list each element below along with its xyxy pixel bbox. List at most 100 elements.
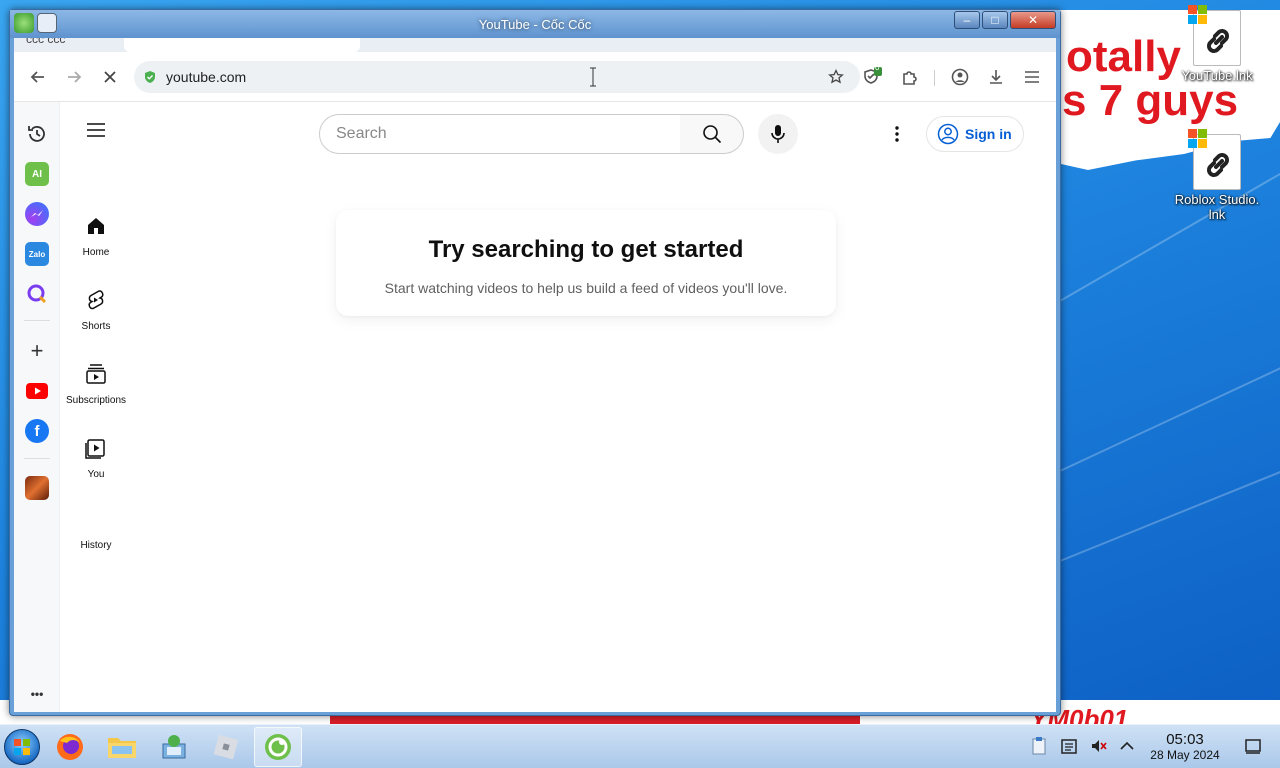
guide-item-subscriptions[interactable]: Subscriptions (60, 362, 132, 406)
guide-item-history[interactable]: History (60, 540, 132, 551)
taskbar-app-coccoc[interactable] (254, 727, 302, 767)
facebook-icon: f (34, 422, 40, 440)
more-vertical-icon (895, 126, 899, 142)
profile-label[interactable]: ccc ccc (26, 38, 65, 46)
empty-feed-card: Try searching to get started Start watch… (336, 210, 836, 316)
microphone-icon (771, 125, 785, 143)
notification-center-icon[interactable] (1244, 737, 1262, 755)
wallpaper-streak (1059, 343, 1280, 472)
browser-client: ccc ccc youtube.com 0 AI Zalo + f ••• Se… (14, 38, 1056, 712)
search-button[interactable] (680, 114, 744, 154)
profile-button[interactable] (948, 65, 972, 89)
tray-notes-icon[interactable] (1060, 737, 1078, 755)
wallpaper-meme-text-1: otally (1066, 32, 1181, 81)
guide-menu-button[interactable] (84, 118, 108, 142)
arrow-left-icon (30, 71, 44, 83)
extensions-button[interactable] (898, 65, 922, 89)
sidebar-divider (24, 320, 50, 321)
window-title: YouTube - Cốc Cốc (478, 17, 592, 32)
tab-youtube[interactable] (124, 38, 360, 52)
browser-toolbar: youtube.com 0 (14, 52, 1056, 102)
guide-item-label: You (87, 469, 105, 480)
desktop-shortcut-youtube[interactable]: YouTube.lnk (1172, 5, 1262, 83)
youtube-page: Sign in Home Shorts Subscriptions (60, 102, 1056, 712)
desktop-shortcut-roblox-studio[interactable]: Roblox Studio. lnk (1172, 129, 1262, 222)
desktop-shortcut-label: Roblox Studio. lnk (1174, 192, 1260, 222)
tab-strip: ccc ccc (14, 38, 1056, 52)
maximize-button[interactable]: □ (982, 11, 1008, 29)
downloads-button[interactable] (984, 65, 1008, 89)
shortcut-file-icon (1188, 129, 1241, 190)
forward-button[interactable] (62, 65, 86, 89)
wallpaper-streak (1059, 447, 1280, 562)
tray-expand-chevron-icon[interactable] (1118, 737, 1136, 755)
account-circle-icon (951, 68, 969, 86)
search-input[interactable] (336, 123, 666, 145)
sidebar-item-youtube[interactable] (25, 379, 49, 403)
tray-volume-muted-icon[interactable] (1090, 737, 1108, 755)
roblox-icon (213, 734, 239, 760)
wallpaper-meme-text-2: s 7 guys (1062, 76, 1239, 125)
taskbar-app-network[interactable] (150, 727, 198, 767)
zalo-icon: Zalo (28, 249, 46, 259)
address-url: youtube.com (166, 69, 247, 85)
youtube-logo-icon (26, 383, 48, 399)
guide-item-shorts[interactable]: Shorts (60, 288, 132, 332)
sidebar-item-history[interactable] (25, 122, 49, 146)
settings-more-button[interactable] (885, 122, 909, 146)
messenger-icon (31, 210, 43, 217)
guide-item-label: Home (82, 247, 110, 258)
close-button[interactable]: ✕ (1010, 11, 1056, 29)
sidebar-divider (24, 458, 50, 459)
guide-item-label: History (80, 540, 112, 551)
minimize-button[interactable]: – (954, 11, 980, 29)
network-share-icon (162, 735, 186, 759)
sidebar-item-game[interactable] (25, 476, 49, 500)
guide-item-you[interactable]: You (60, 436, 132, 480)
taskbar-app-roblox[interactable] (202, 727, 250, 767)
guide-item-home[interactable]: Home (60, 214, 132, 258)
puzzle-icon (903, 71, 917, 85)
adblock-extension-button[interactable]: 0 (860, 63, 884, 89)
toolbar-divider (934, 70, 935, 86)
extension-badge: 0 (875, 63, 880, 72)
q-search-icon (27, 284, 47, 304)
download-icon (990, 70, 1002, 84)
start-button[interactable] (4, 729, 40, 765)
history-clock-icon (28, 126, 45, 142)
sidebar-item-zalo[interactable]: Zalo (25, 242, 49, 266)
sign-in-button[interactable]: Sign in (926, 116, 1024, 152)
sidebar-item-add[interactable]: + (25, 338, 49, 363)
stop-loading-button[interactable] (98, 65, 122, 89)
ai-chat-icon: AI (32, 168, 42, 180)
sign-in-label: Sign in (965, 126, 1012, 142)
sidebar-item-qms[interactable] (25, 282, 49, 306)
voice-search-button[interactable] (758, 114, 798, 154)
guide-item-label: Shorts (81, 321, 111, 332)
more-dots-icon: ••• (30, 687, 44, 701)
account-circle-icon (937, 123, 959, 145)
back-button[interactable] (26, 65, 50, 89)
bookmark-star-button[interactable] (824, 65, 848, 89)
browser-menu-button[interactable] (1020, 65, 1044, 89)
your-channel-icon (85, 439, 105, 459)
address-bar[interactable]: youtube.com (134, 61, 860, 93)
title-bar[interactable]: YouTube - Cốc Cốc – □ ✕ (10, 10, 1060, 38)
taskbar-app-firefox[interactable] (46, 727, 94, 767)
taskbar-app-explorer[interactable] (98, 727, 146, 767)
secure-shield-icon (145, 71, 155, 83)
firefox-icon (57, 734, 83, 760)
tray-clipboard-icon[interactable] (1030, 737, 1048, 755)
sidebar-item-messenger[interactable] (25, 202, 49, 226)
shorts-icon (88, 290, 104, 310)
taskbar: 05:03 28 May 2024 (0, 724, 1280, 768)
sidebar-item-ai-chat[interactable]: AI (25, 162, 49, 186)
search-box[interactable] (319, 114, 681, 154)
search-icon (702, 125, 721, 144)
empty-feed-title: Try searching to get started (428, 236, 744, 263)
star-icon (828, 69, 844, 84)
sidebar-item-facebook[interactable]: f (25, 419, 49, 443)
folder-icon (108, 738, 136, 758)
taskbar-clock[interactable]: 05:03 28 May 2024 (1140, 731, 1230, 762)
sidebar-more-button[interactable]: ••• (25, 682, 49, 706)
